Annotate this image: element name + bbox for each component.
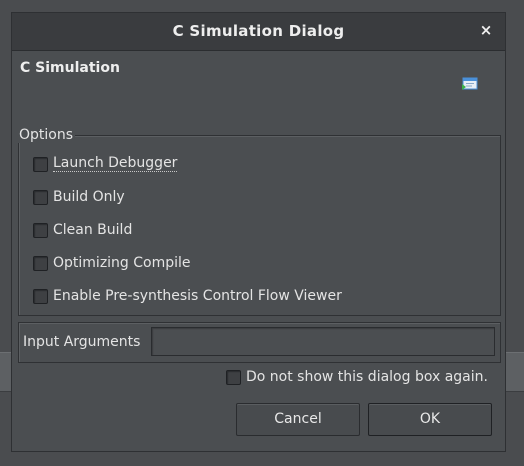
close-icon[interactable]: ×	[477, 21, 495, 39]
do-not-show-label: Do not show this dialog box again.	[246, 369, 488, 385]
clean-build-label: Clean Build	[53, 222, 133, 238]
dialog-title: C Simulation Dialog	[172, 22, 345, 40]
input-arguments-field[interactable]	[151, 327, 495, 356]
dialog-titlebar[interactable]: C Simulation Dialog ×	[12, 13, 505, 51]
optimizing-compile-label: Optimizing Compile	[53, 255, 191, 271]
launch-debugger-label: Launch Debugger	[53, 155, 178, 172]
ok-button[interactable]: OK	[368, 403, 492, 436]
optimizing-compile-option[interactable]: Optimizing Compile	[33, 253, 191, 273]
c-simulation-dialog: C Simulation Dialog × C Simulation Optio…	[11, 12, 506, 452]
clean-build-checkbox[interactable]	[33, 222, 48, 238]
optimizing-compile-checkbox[interactable]	[33, 255, 48, 271]
build-only-option[interactable]: Build Only	[33, 187, 125, 207]
do-not-show-option[interactable]: Do not show this dialog box again.	[226, 367, 488, 387]
launch-debugger-checkbox[interactable]	[33, 156, 48, 172]
clean-build-option[interactable]: Clean Build	[33, 220, 132, 240]
do-not-show-checkbox[interactable]	[226, 369, 241, 385]
input-arguments-label: Input Arguments	[23, 334, 141, 350]
section-header-title: C Simulation	[20, 60, 120, 76]
build-only-checkbox[interactable]	[33, 189, 48, 205]
simulation-window-icon	[462, 77, 478, 90]
control-flow-viewer-checkbox[interactable]	[33, 288, 48, 304]
control-flow-viewer-label: Enable Pre-synthesis Control Flow Viewer	[53, 288, 342, 304]
launch-debugger-option[interactable]: Launch Debugger	[33, 154, 178, 174]
options-legend: Options	[17, 127, 76, 143]
control-flow-viewer-option[interactable]: Enable Pre-synthesis Control Flow Viewer	[33, 286, 342, 306]
build-only-label: Build Only	[53, 189, 125, 205]
cancel-button[interactable]: Cancel	[236, 403, 360, 436]
